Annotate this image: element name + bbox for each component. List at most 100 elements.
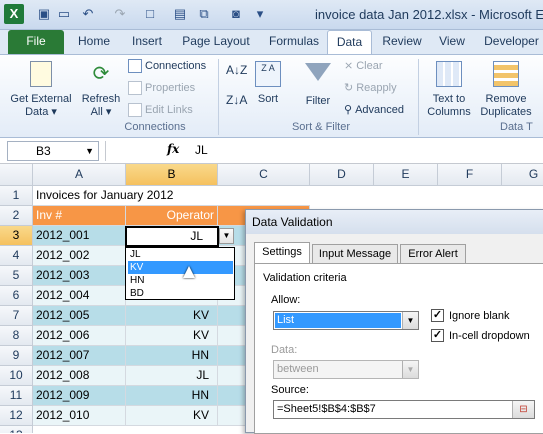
reapply-button[interactable]: ↻ Reapply (344, 81, 397, 95)
column-header-c[interactable]: C (218, 164, 310, 186)
in-cell-dropdown-checkbox[interactable]: ✓ (431, 329, 444, 342)
name-box[interactable]: B3 ▼ (7, 141, 99, 161)
header-operator-cell[interactable]: Operator (126, 206, 218, 226)
validation-dropdown-list[interactable]: JL KV HN BD (125, 247, 235, 300)
inv-cell[interactable]: 2012_009 (33, 386, 126, 406)
row-header[interactable]: 8 (0, 326, 33, 346)
remove-duplicates-button[interactable]: Remove Duplicates (476, 59, 536, 119)
collapse-dialog-icon[interactable]: ⊟ (512, 401, 534, 418)
ignore-blank-checkbox[interactable]: ✓ (431, 309, 444, 322)
inv-cell[interactable]: 2012_007 (33, 346, 126, 366)
connections-button[interactable]: Connections (128, 59, 206, 74)
sort-button[interactable]: Z A Sort (252, 59, 284, 106)
new-document-icon[interactable]: □ (142, 6, 158, 22)
inv-cell[interactable]: 2012_008 (33, 366, 126, 386)
column-header-f[interactable]: F (438, 164, 502, 186)
dropdown-option-selected[interactable]: KV (128, 261, 233, 274)
formula-input[interactable]: JL (195, 143, 208, 157)
allow-select[interactable]: List ▼ (273, 311, 419, 330)
column-header-b[interactable]: B (126, 164, 218, 186)
tab-settings[interactable]: Settings (254, 242, 310, 264)
customize-toolbar-icon[interactable]: ▾ (252, 6, 268, 22)
inv-cell[interactable]: 2012_006 (33, 326, 126, 346)
row-header[interactable]: 7 (0, 306, 33, 326)
inv-cell[interactable]: 2012_002 (33, 246, 126, 266)
tab-formulas[interactable]: Formulas (264, 30, 324, 54)
operator-cell[interactable]: HN (126, 386, 218, 406)
operator-cell[interactable]: JL (126, 366, 218, 386)
tab-data[interactable]: Data (327, 30, 372, 54)
filter-button[interactable]: Filter (300, 59, 336, 108)
advanced-filter-button[interactable]: ⚲ Advanced (344, 103, 404, 117)
data-select[interactable]: between ▼ (273, 360, 419, 379)
row-header[interactable]: 1 (0, 186, 33, 206)
tab-page-layout[interactable]: Page Layout (178, 30, 254, 54)
tab-developer[interactable]: Developer (480, 30, 543, 54)
get-external-data-button[interactable]: Get External Data ▾ (6, 59, 76, 119)
inv-cell[interactable]: 2012_004 (33, 286, 126, 306)
form-icon[interactable]: ▤ (172, 6, 188, 22)
dialog-title[interactable]: Data Validation (246, 210, 543, 234)
properties-button[interactable]: Properties (128, 81, 195, 96)
column-header-e[interactable]: E (374, 164, 438, 186)
tab-view[interactable]: View (432, 30, 472, 54)
inv-cell[interactable]: 2012_003 (33, 266, 126, 286)
redo-icon[interactable]: ↷ (112, 6, 128, 22)
operator-cell[interactable]: KV (126, 306, 218, 326)
sheet-title-cell[interactable]: Invoices for January 2012 (33, 186, 310, 206)
save-icon[interactable]: ▣ (36, 6, 52, 22)
row-header[interactable]: 6 (0, 286, 33, 306)
cell-dropdown-arrow-icon[interactable]: ▼ (219, 228, 234, 244)
column-header-a[interactable]: A (33, 164, 126, 186)
operator-cell[interactable]: KV (126, 406, 218, 426)
dropdown-option[interactable]: HN (128, 274, 233, 287)
column-header-d[interactable]: D (310, 164, 374, 186)
operator-cell[interactable]: HN (126, 346, 218, 366)
dropdown-option[interactable]: BD (128, 287, 233, 300)
sort-z-a-button[interactable]: Z↓A (226, 93, 247, 107)
source-label: Source: (271, 384, 309, 396)
select-all-corner[interactable] (0, 164, 33, 186)
inv-cell[interactable]: 2012_005 (33, 306, 126, 326)
tab-file[interactable]: File (8, 30, 64, 54)
ignore-blank-label: Ignore blank (449, 310, 510, 322)
active-cell[interactable]: JL (125, 226, 219, 247)
dropdown-option[interactable]: JL (128, 248, 233, 261)
chevron-down-icon[interactable]: ▼ (402, 361, 418, 378)
row-header[interactable]: 5 (0, 266, 33, 286)
clear-filter-icon: ⨯ (344, 60, 354, 72)
edit-links-button[interactable]: Edit Links (128, 103, 193, 118)
tab-insert[interactable]: Insert (124, 30, 170, 54)
ribbon-tabs: File Home Insert Page Layout Formulas Da… (0, 30, 543, 54)
camera-icon[interactable]: ◙ (228, 6, 244, 22)
clear-filter-button[interactable]: ⨯ Clear (344, 59, 383, 73)
row-header[interactable]: 9 (0, 346, 33, 366)
name-box-dropdown-icon[interactable]: ▼ (85, 142, 94, 160)
source-input[interactable]: =Sheet5!$B$4:$B$7 ⊟ (273, 400, 535, 419)
row-header[interactable]: 11 (0, 386, 33, 406)
row-header[interactable]: 10 (0, 366, 33, 386)
row-header[interactable]: 13 (0, 426, 33, 433)
row-header[interactable]: 4 (0, 246, 33, 266)
inv-cell[interactable]: 2012_001 (33, 226, 126, 246)
text-to-columns-button[interactable]: Text to Columns (422, 59, 476, 119)
insert-function-icon[interactable]: fx (167, 142, 179, 156)
formula-bar: B3 ▼ fx JL (0, 138, 543, 164)
operator-cell[interactable]: KV (126, 326, 218, 346)
tab-home[interactable]: Home (74, 30, 114, 54)
shapes-icon[interactable]: ⧉ (196, 6, 212, 22)
refresh-all-button[interactable]: ⟳ Refresh All ▾ (78, 59, 124, 119)
inv-cell[interactable]: 2012_010 (33, 406, 126, 426)
tab-input-message[interactable]: Input Message (312, 244, 398, 264)
chevron-down-icon[interactable]: ▼ (402, 312, 418, 329)
row-header[interactable]: 12 (0, 406, 33, 426)
sort-a-z-button[interactable]: A↓Z (226, 63, 247, 77)
undo-icon[interactable]: ↶ (80, 6, 96, 22)
header-inv-cell[interactable]: Inv # (33, 206, 126, 226)
tab-error-alert[interactable]: Error Alert (400, 244, 466, 264)
row-header[interactable]: 2 (0, 206, 33, 226)
row-header[interactable]: 3 (0, 226, 33, 246)
tab-review[interactable]: Review (378, 30, 426, 54)
open-folder-icon[interactable]: ▭ (56, 6, 72, 22)
column-header-g[interactable]: G (502, 164, 543, 186)
